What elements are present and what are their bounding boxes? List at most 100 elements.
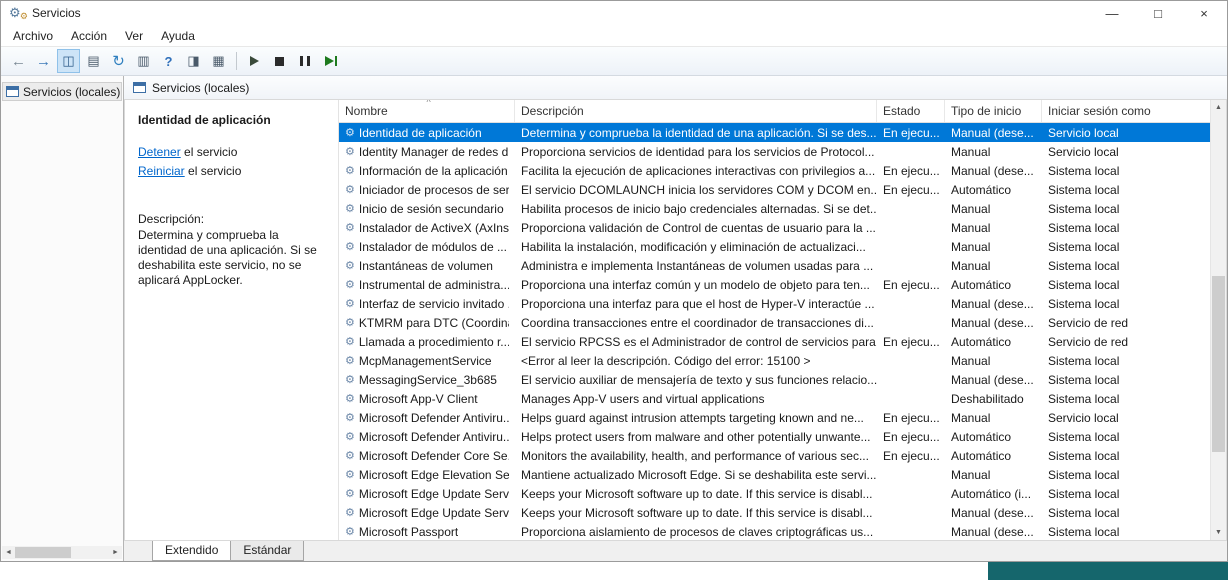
cell-estado: En ejecu... (877, 275, 945, 294)
cell-iniciar-sesion-como: Sistema local (1042, 522, 1226, 540)
table-row[interactable]: ⚙Microsoft Edge Update Serv... Keeps you… (339, 484, 1226, 503)
cell-tipo-de-inicio: Manual (945, 351, 1042, 370)
table-row[interactable]: ⚙Instantáneas de volumen Administra e im… (339, 256, 1226, 275)
tree-item-servicios-locales[interactable]: Servicios (locales) (2, 82, 122, 101)
cell-estado (877, 294, 945, 313)
tab-estandar[interactable]: Estándar (230, 541, 304, 561)
cell-estado: En ejecu... (877, 161, 945, 180)
service-gear-icon: ⚙ (345, 259, 355, 272)
window-controls: — □ × (1089, 1, 1227, 25)
table-row[interactable]: ⚙MessagingService_3b685 El servicio auxi… (339, 370, 1226, 389)
show-console-tree-icon[interactable]: ◫ (57, 49, 80, 73)
extended-detail-panel: Identidad de aplicación Detener el servi… (125, 100, 338, 540)
maximize-button[interactable]: □ (1135, 1, 1181, 25)
column-header-iniciar-sesion-como[interactable]: Iniciar sesión como (1042, 100, 1210, 122)
cell-estado (877, 218, 945, 237)
cell-iniciar-sesion-como: Sistema local (1042, 370, 1226, 389)
menu-ver[interactable]: Ver (116, 27, 152, 45)
table-row[interactable]: ⚙Microsoft Defender Core Se... Monitors … (339, 446, 1226, 465)
service-gear-icon: ⚙ (345, 506, 355, 519)
cell-iniciar-sesion-como: Servicio de red (1042, 332, 1226, 351)
column-header-nombre[interactable]: Nombre^ (339, 100, 515, 122)
cell-tipo-de-inicio: Automático (945, 275, 1042, 294)
cell-nombre: ⚙Microsoft Defender Core Se... (339, 446, 515, 465)
service-gear-icon: ⚙ (345, 297, 355, 310)
table-row[interactable]: ⚙Instrumental de administra... Proporcio… (339, 275, 1226, 294)
cell-iniciar-sesion-como: Sistema local (1042, 351, 1226, 370)
cell-iniciar-sesion-como: Sistema local (1042, 161, 1226, 180)
h-scroll-thumb[interactable] (15, 547, 71, 558)
table-row[interactable]: ⚙Microsoft Edge Elevation Se... Mantiene… (339, 465, 1226, 484)
cell-nombre: ⚙Microsoft Edge Elevation Se... (339, 465, 515, 484)
forward-icon[interactable]: → (32, 49, 55, 73)
cell-tipo-de-inicio: Manual (dese... (945, 503, 1042, 522)
restart-service-icon[interactable] (318, 49, 341, 73)
column-header-descripcion[interactable]: Descripción (515, 100, 877, 122)
scroll-left-icon[interactable]: ◄ (2, 546, 15, 559)
table-row[interactable]: ⚙Instalador de módulos de ... Habilita l… (339, 237, 1226, 256)
cell-tipo-de-inicio: Automático (945, 332, 1042, 351)
table-row[interactable]: ⚙Instalador de ActiveX (AxIns... Proporc… (339, 218, 1226, 237)
menu-ayuda[interactable]: Ayuda (152, 27, 204, 45)
description-text: Determina y comprueba la identidad de un… (138, 228, 328, 288)
table-vertical-scrollbar[interactable]: ▲ ▼ (1210, 100, 1226, 540)
table-row[interactable]: ⚙Información de la aplicación Facilita l… (339, 161, 1226, 180)
table-row[interactable]: ⚙Iniciador de procesos de ser... El serv… (339, 180, 1226, 199)
column-header-tipo-de-inicio[interactable]: Tipo de inicio (945, 100, 1042, 122)
table-row[interactable]: ⚙Microsoft Edge Update Serv... Keeps you… (339, 503, 1226, 522)
cell-iniciar-sesion-como: Sistema local (1042, 389, 1226, 408)
cell-iniciar-sesion-como: Sistema local (1042, 427, 1226, 446)
service-gear-icon: ⚙ (345, 411, 355, 424)
scroll-down-icon[interactable]: ▼ (1211, 525, 1226, 540)
cell-nombre: ⚙Microsoft Edge Update Serv... (339, 484, 515, 503)
table-row[interactable]: ⚙Microsoft App-V Client Manages App-V us… (339, 389, 1226, 408)
help-icon[interactable]: ? (157, 49, 180, 73)
cell-tipo-de-inicio: Manual (945, 465, 1042, 484)
cell-descripcion: <Error al leer la descripción. Código de… (515, 351, 877, 370)
scroll-up-icon[interactable]: ▲ (1211, 100, 1226, 115)
scroll-right-icon[interactable]: ► (109, 546, 122, 559)
menu-acción[interactable]: Acción (62, 27, 116, 45)
cell-tipo-de-inicio: Manual (945, 237, 1042, 256)
extended-view-icon[interactable]: ◨ (182, 49, 205, 73)
table-row[interactable]: ⚙McpManagementService <Error al leer la … (339, 351, 1226, 370)
table-row[interactable]: ⚙Interfaz de servicio invitado ... Propo… (339, 294, 1226, 313)
table-row[interactable]: ⚙Microsoft Defender Antiviru... Helps gu… (339, 408, 1226, 427)
v-scroll-thumb[interactable] (1212, 276, 1225, 452)
services-table-body: ⚙Identidad de aplicación Determina y com… (339, 123, 1226, 540)
table-row[interactable]: ⚙KTMRM para DTC (Coordina... Coordina tr… (339, 313, 1226, 332)
restart-service-link[interactable]: Reiniciar (138, 164, 185, 178)
cell-iniciar-sesion-como: Servicio local (1042, 123, 1226, 142)
cell-iniciar-sesion-como: Sistema local (1042, 294, 1226, 313)
stop-service-link[interactable]: Detener (138, 145, 181, 159)
table-row[interactable]: ⚙Identidad de aplicación Determina y com… (339, 123, 1226, 142)
h-scroll-track[interactable] (15, 546, 109, 559)
service-gear-icon: ⚙ (345, 392, 355, 405)
close-button[interactable]: × (1181, 1, 1227, 25)
menu-archivo[interactable]: Archivo (4, 27, 62, 45)
table-row[interactable]: ⚙Microsoft Passport Proporciona aislamie… (339, 522, 1226, 540)
cell-estado (877, 370, 945, 389)
table-row[interactable]: ⚙Identity Manager de redes d... Proporci… (339, 142, 1226, 161)
properties-icon[interactable]: ▤ (82, 49, 105, 73)
tab-extendido[interactable]: Extendido (152, 541, 231, 561)
minimize-button[interactable]: — (1089, 1, 1135, 25)
tree-horizontal-scrollbar[interactable]: ◄ ► (2, 546, 122, 559)
table-row[interactable]: ⚙Inicio de sesión secundario Habilita pr… (339, 199, 1226, 218)
cell-tipo-de-inicio: Manual (945, 408, 1042, 427)
table-row[interactable]: ⚙Llamada a procedimiento r... El servici… (339, 332, 1226, 351)
export-list-icon[interactable]: ▥ (132, 49, 155, 73)
stop-service-line: Detener el servicio (138, 144, 326, 161)
column-header-estado[interactable]: Estado (877, 100, 945, 122)
table-row[interactable]: ⚙Microsoft Defender Antiviru... Helps pr… (339, 427, 1226, 446)
service-gear-icon: ⚙ (345, 449, 355, 462)
cell-estado: En ejecu... (877, 332, 945, 351)
pause-service-icon[interactable] (293, 49, 316, 73)
refresh-icon[interactable]: ↻ (107, 49, 130, 73)
table-header: Nombre^ Descripción Estado Tipo de inici… (339, 100, 1226, 123)
cell-estado (877, 522, 945, 540)
start-service-icon[interactable] (243, 49, 266, 73)
list-view-icon[interactable]: ▦ (207, 49, 230, 73)
back-icon[interactable]: ← (7, 49, 30, 73)
stop-service-icon[interactable] (268, 49, 291, 73)
